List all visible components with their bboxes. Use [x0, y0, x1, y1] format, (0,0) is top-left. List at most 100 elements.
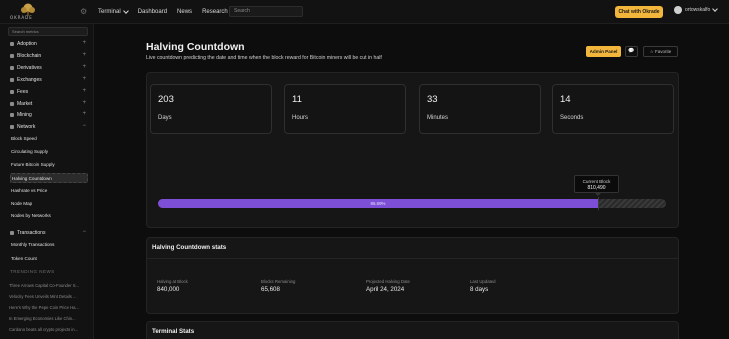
countdown-seconds-card: 14 Seconds [552, 84, 674, 134]
current-block-tooltip: Current Block 810,490 [574, 175, 619, 193]
sidebar-item-token-count[interactable]: Token Count [10, 254, 88, 264]
sidebar-item-future-bitcoin-supply[interactable]: Future Bitcoin Supply [10, 160, 88, 170]
terminal-stats-panel [146, 321, 679, 339]
stat-label-last-updated: Last Updated [470, 279, 496, 284]
page-title: Halving Countdown [146, 41, 245, 53]
trending-news-item[interactable]: Cardano beats all crypto projects in... [9, 327, 91, 332]
stat-value-last-updated: 8 days [470, 286, 489, 293]
trending-news-header: TRENDING NEWS [10, 269, 55, 274]
sidebar-search-input[interactable]: Search metrics [8, 27, 88, 36]
countdown-seconds-label: Seconds [560, 115, 584, 121]
stat-value-projected-date: April 24, 2024 [366, 286, 405, 293]
folder-icon [10, 231, 14, 235]
section-label: Blockchain [17, 53, 42, 59]
expand-icon: + [82, 76, 86, 82]
expand-icon: + [82, 100, 86, 106]
folder-icon [10, 54, 14, 58]
avatar [674, 6, 682, 14]
countdown-hours-card: 11 Hours [284, 84, 406, 134]
sidebar-section-fees[interactable]: Fees + [10, 87, 88, 97]
stat-value-halving-block: 840,000 [157, 286, 180, 293]
username: ortowskalfo [685, 7, 711, 13]
top-bar: OKRADE ⚙ Terminal Dashboard News Researc… [0, 0, 729, 24]
expand-icon: + [82, 88, 86, 94]
folder-icon [10, 78, 14, 82]
sidebar-item-nodes-by-networks[interactable]: Nodes by Networks [10, 211, 88, 221]
trending-news-item[interactable]: Here's Why the Pepe Coin Price Ha... [9, 305, 91, 310]
sidebar-section-market[interactable]: Market + [10, 99, 88, 109]
chevron-down-icon [712, 6, 719, 12]
countdown-days-card: 203 Days [150, 84, 272, 134]
countdown-hours-value: 11 [292, 94, 302, 105]
sidebar-item-node-map[interactable]: Node Map [10, 199, 88, 209]
top-search-input[interactable]: Search [229, 6, 303, 17]
countdown-seconds-value: 14 [560, 94, 571, 105]
stat-label-projected-date: Projected Halving Date [366, 279, 410, 284]
stat-label-halving-block: Halving at Block [157, 279, 188, 284]
countdown-minutes-label: Minutes [427, 115, 449, 121]
section-label: Market [17, 101, 33, 107]
sidebar-section-blockchain[interactable]: Blockchain + [10, 51, 88, 61]
section-label: Derivatives [17, 65, 42, 71]
sidebar-item-monthly-transactions[interactable]: Monthly Transactions [10, 240, 88, 250]
nav-terminal-label: Terminal [98, 9, 121, 15]
section-label: Adoption [17, 41, 37, 47]
sidebar-section-derivatives[interactable]: Derivatives + [10, 63, 88, 73]
tooltip-title: Current Block [582, 179, 611, 184]
folder-icon [10, 90, 14, 94]
expand-icon: + [82, 64, 86, 70]
nav-research[interactable]: Research [202, 9, 228, 15]
collapse-icon: − [82, 123, 86, 129]
stat-label-blocks-remaining: Blocks Remaining [261, 279, 296, 284]
expand-icon: + [82, 52, 86, 58]
stats-divider [147, 258, 678, 259]
folder-icon [10, 113, 14, 117]
tooltip-value: 810,490 [587, 185, 606, 191]
terminal-stats-title: Terminal Stats [152, 328, 195, 335]
section-label: Fees [17, 89, 29, 95]
countdown-minutes-card: 33 Minutes [419, 84, 541, 134]
message-icon[interactable]: 💬 [625, 46, 638, 57]
sidebar-item-hashrate-vs-price[interactable]: Hashrate vs Price [10, 186, 88, 196]
trending-news-item[interactable]: In Emerging Economies Like Chin... [9, 316, 91, 321]
trending-news-item[interactable]: Three Arrows Capital Co-Founder S... [9, 283, 91, 288]
sidebar-section-transactions[interactable]: Transactions − [10, 228, 88, 238]
user-menu[interactable]: ortowskalfo [674, 6, 719, 14]
sidebar-section-exchanges[interactable]: Exchanges + [10, 75, 88, 85]
stats-title: Halving Countdown stats [152, 244, 227, 251]
countdown-minutes-value: 33 [427, 94, 438, 105]
folder-icon [10, 42, 14, 46]
nav-news[interactable]: News [177, 9, 192, 15]
section-label: Mining [17, 112, 32, 118]
sidebar-item-circulating-supply[interactable]: Circulating Supply [10, 147, 88, 157]
nav-terminal[interactable]: Terminal [98, 8, 129, 15]
countdown-days-value: 203 [158, 94, 174, 105]
folder-icon [10, 125, 14, 129]
countdown-days-label: Days [158, 115, 172, 121]
section-label: Exchanges [17, 77, 42, 83]
tooltip-arrow [595, 193, 601, 196]
folder-icon [10, 102, 14, 106]
favorite-button[interactable]: ☆ Favorite [643, 46, 678, 57]
settings-icon[interactable]: ⚙ [80, 8, 88, 16]
trending-news-item[interactable]: Velocity Fees Unveils Mint Details ... [9, 294, 91, 299]
sidebar-section-network[interactable]: Network − [10, 122, 88, 132]
nav-dashboard[interactable]: Dashboard [138, 9, 167, 15]
sidebar-item-block-speed[interactable]: Block Speed [10, 134, 88, 144]
chat-button[interactable]: Chat with Okrade [615, 6, 663, 18]
countdown-hours-label: Hours [292, 115, 309, 121]
current-block-marker [598, 197, 599, 210]
sidebar-section-adoption[interactable]: Adoption + [10, 39, 88, 49]
chevron-down-icon [122, 8, 129, 14]
halving-progress-bar: 86.69% [158, 199, 666, 208]
top-nav: Terminal Dashboard News Research [98, 0, 228, 24]
sidebar-section-mining[interactable]: Mining + [10, 110, 88, 120]
admin-panel-button[interactable]: Admin Panel [586, 46, 621, 57]
stat-value-blocks-remaining: 65,608 [261, 286, 280, 293]
logo-text: OKRADE [10, 15, 33, 20]
expand-icon: + [82, 111, 86, 117]
page-subtitle: Live countdown predicting the date and t… [146, 55, 382, 61]
sidebar-item-halving-countdown[interactable]: Halving Countdown [10, 173, 88, 183]
section-label: Network [17, 124, 36, 130]
progress-percent-label: 86.69% [370, 201, 386, 206]
